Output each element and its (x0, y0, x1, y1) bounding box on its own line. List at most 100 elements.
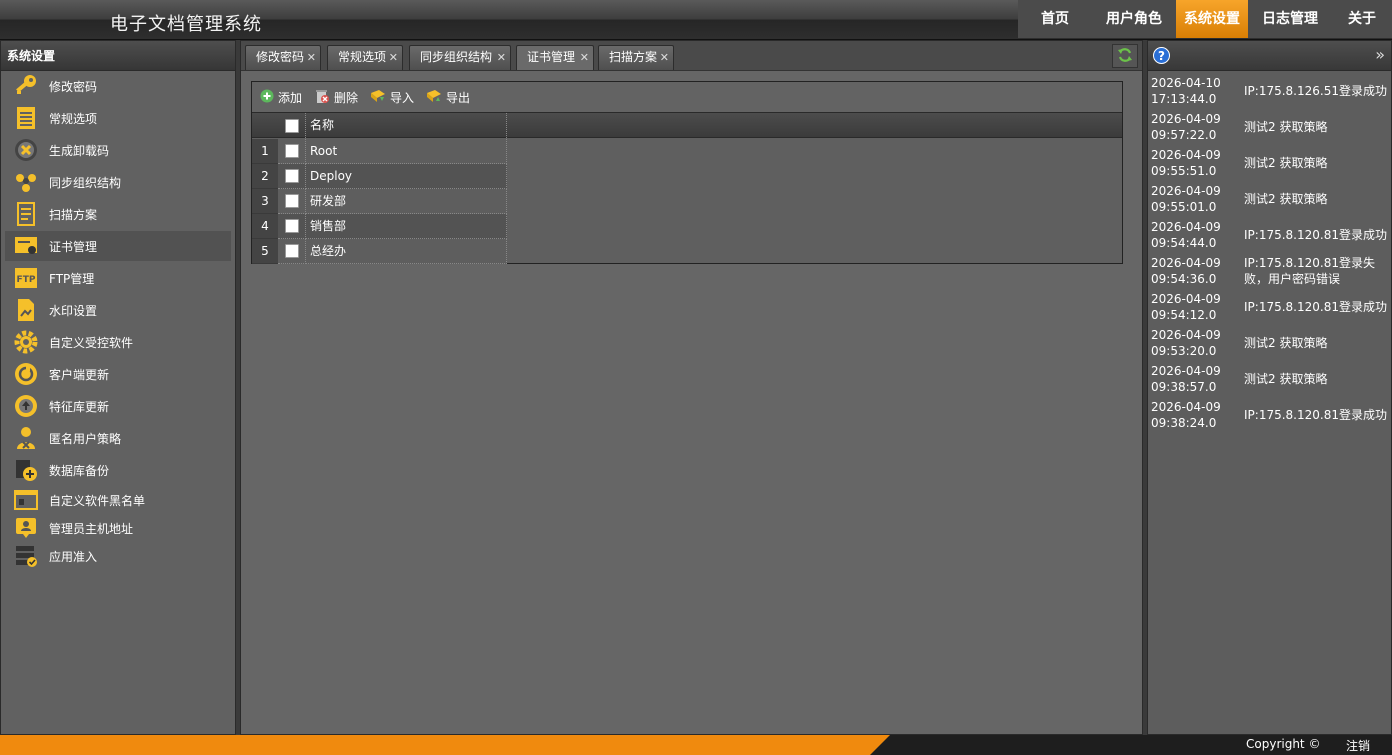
log-timestamp: 2026-04-10 17:13:44.0 (1151, 75, 1241, 107)
document-icon (13, 201, 39, 227)
log-timestamp: 2026-04-09 09:57:22.0 (1151, 111, 1241, 143)
database-add-icon (13, 457, 39, 483)
sidebar-item-anonymous-user-policy[interactable]: 匿名用户策略 (5, 423, 231, 453)
tab-label: 同步组织结构 (420, 50, 493, 64)
nav-log-management[interactable]: 日志管理 (1248, 0, 1332, 38)
nav-home[interactable]: 首页 (1018, 0, 1092, 38)
sidebar-item-client-update[interactable]: 客户端更新 (5, 359, 231, 389)
log-message: IP:175.8.120.81登录失败，用户密码错误 (1244, 256, 1375, 286)
logout-link[interactable]: 注销 (1346, 737, 1370, 754)
row-name: 总经办 (306, 239, 507, 264)
sidebar-item-ftp[interactable]: FTP FTP管理 (5, 263, 231, 293)
certificate-grid: 添加 删除 导入 导出 名称 1 Root 2 Deploy 3 研发部 4 销… (251, 81, 1123, 264)
import-icon (370, 89, 386, 106)
sidebar-item-change-password[interactable]: 修改密码 (5, 71, 231, 101)
close-icon[interactable]: ✕ (580, 46, 589, 69)
sidebar-item-general-options[interactable]: 常规选项 (5, 103, 231, 133)
close-icon[interactable]: ✕ (660, 46, 669, 69)
sidebar-item-admin-host-address[interactable]: 管理员主机地址 (5, 513, 231, 543)
row-checkbox[interactable] (284, 244, 299, 258)
row-name: Root (306, 139, 507, 164)
log-time: 09:55:01.0 (1151, 200, 1217, 214)
tab-change-password[interactable]: 修改密码 ✕ (245, 45, 321, 70)
sidebar-item-app-access[interactable]: 应用准入 (5, 541, 231, 571)
log-message: 测试2 获取策略 (1244, 372, 1328, 386)
sidebar-item-watermark[interactable]: 水印设置 (5, 295, 231, 325)
sidebar-item-label: 客户端更新 (49, 367, 110, 382)
collapse-icon[interactable]: » (1375, 45, 1385, 64)
export-button[interactable]: 导出 (426, 89, 470, 106)
sidebar-item-label: 数据库备份 (49, 463, 110, 478)
sidebar-title: 系统设置 (1, 41, 235, 71)
certificate-icon (13, 233, 39, 259)
refresh-button[interactable] (1112, 44, 1138, 68)
sidebar-item-label: 同步组织结构 (49, 175, 122, 190)
nav-system-settings[interactable]: 系统设置 (1176, 0, 1248, 38)
log-timestamp: 2026-04-09 09:54:44.0 (1151, 219, 1241, 251)
table-row[interactable]: 3 研发部 (252, 189, 1122, 214)
add-label: 添加 (278, 90, 303, 105)
footer-accent-bar (0, 735, 870, 755)
table-row[interactable]: 1 Root (252, 139, 1122, 164)
close-icon[interactable]: ✕ (497, 46, 506, 69)
log-date: 2026-04-09 (1151, 148, 1221, 162)
sidebar-item-label: 修改密码 (49, 79, 98, 94)
close-icon[interactable]: ✕ (307, 46, 316, 69)
help-icon[interactable]: ? (1153, 47, 1170, 67)
tab-scan-plan[interactable]: 扫描方案 ✕ (598, 45, 674, 70)
tab-label: 证书管理 (527, 50, 576, 64)
top-navigation: 首页 用户角色 系统设置 日志管理 关于 (1018, 0, 1392, 38)
row-checkbox[interactable] (284, 219, 299, 233)
log-time: 09:54:44.0 (1151, 236, 1217, 250)
tab-general-options[interactable]: 常规选项 ✕ (327, 45, 403, 70)
row-checkbox[interactable] (284, 194, 299, 208)
name-column-header[interactable]: 名称 (306, 113, 507, 138)
close-icon[interactable]: ✕ (389, 46, 398, 69)
add-button[interactable]: 添加 (260, 89, 302, 106)
sidebar-item-label: 自定义软件黑名单 (49, 493, 146, 508)
log-message: 测试2 获取策略 (1244, 336, 1328, 350)
tab-label: 扫描方案 (609, 50, 658, 64)
row-number: 1 (252, 139, 278, 164)
sidebar-item-signature-update[interactable]: 特征库更新 (5, 391, 231, 421)
nav-about[interactable]: 关于 (1332, 0, 1392, 38)
sidebar-item-custom-controlled-software[interactable]: 自定义受控软件 (5, 327, 231, 357)
table-row[interactable]: 4 销售部 (252, 214, 1122, 239)
log-time: 09:38:57.0 (1151, 380, 1217, 394)
upload-circle-icon (13, 393, 39, 419)
sidebar-item-uninstall-code[interactable]: 生成卸载码 (5, 135, 231, 165)
log-entry: 2026-04-09 09:57:22.0 测试2 获取策略 (1151, 111, 1389, 147)
log-timestamp: 2026-04-09 09:54:12.0 (1151, 291, 1241, 323)
log-date: 2026-04-10 (1151, 76, 1221, 90)
delete-button[interactable]: 删除 (314, 88, 358, 107)
row-checkbox-cell (278, 239, 306, 264)
log-time: 09:57:22.0 (1151, 128, 1217, 142)
log-time: 17:13:44.0 (1151, 92, 1217, 106)
sidebar-item-label: 生成卸载码 (49, 143, 110, 158)
row-checkbox[interactable] (284, 144, 299, 158)
sidebar-item-scan-plan[interactable]: 扫描方案 (5, 199, 231, 229)
log-timestamp: 2026-04-09 09:55:51.0 (1151, 147, 1241, 179)
nav-user-roles[interactable]: 用户角色 (1092, 0, 1176, 38)
sidebar-item-sync-org[interactable]: 同步组织结构 (5, 167, 231, 197)
log-timestamp: 2026-04-09 09:53:20.0 (1151, 327, 1241, 359)
row-number: 4 (252, 214, 278, 239)
table-row[interactable]: 2 Deploy (252, 164, 1122, 189)
admin-host-icon (13, 515, 39, 541)
sidebar-item-label: 特征库更新 (49, 399, 110, 414)
row-checkbox-cell (278, 214, 306, 239)
tab-certificate[interactable]: 证书管理 ✕ (516, 45, 594, 70)
row-checkbox-cell (278, 139, 306, 164)
tab-sync-org[interactable]: 同步组织结构 ✕ (409, 45, 511, 70)
row-number: 3 (252, 189, 278, 214)
select-all-checkbox[interactable] (284, 118, 299, 133)
sidebar-item-software-blacklist[interactable]: 自定义软件黑名单 (5, 485, 231, 515)
row-checkbox[interactable] (284, 169, 299, 183)
sidebar-item-database-backup[interactable]: 数据库备份 (5, 455, 231, 485)
table-row[interactable]: 5 总经办 (252, 239, 1122, 264)
log-message: 测试2 获取策略 (1244, 120, 1328, 134)
app-title: 电子文档管理系统 (110, 14, 262, 35)
import-button[interactable]: 导入 (370, 89, 414, 106)
watermark-icon (13, 297, 39, 323)
sidebar-item-certificate[interactable]: 证书管理 (5, 231, 231, 261)
